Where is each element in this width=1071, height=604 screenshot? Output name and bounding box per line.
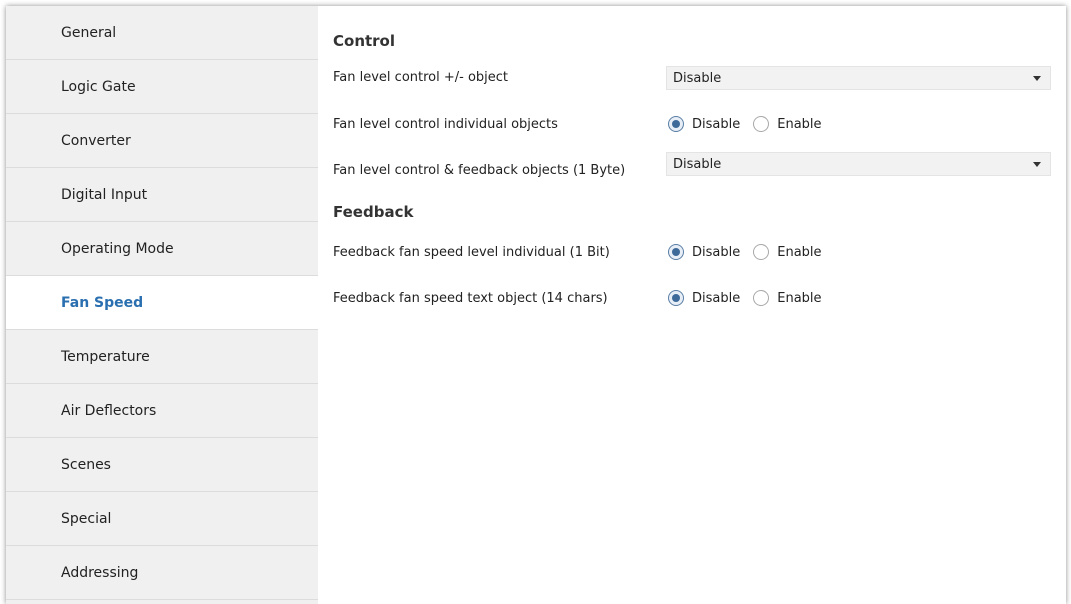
- radio-option-enable[interactable]: Enable: [753, 116, 822, 132]
- section-title-control: Control: [333, 32, 396, 50]
- section-title-feedback: Feedback: [333, 203, 414, 221]
- fan-level-feedback-label: Fan level control & feedback objects (1 …: [333, 163, 626, 178]
- radio-option-disable[interactable]: Disable: [668, 244, 740, 260]
- radio-label: Disable: [692, 116, 741, 132]
- select-value: Disable: [673, 156, 722, 172]
- fan-level-feedback-select[interactable]: Disable: [666, 152, 1051, 176]
- speed-individual-label: Feedback fan speed level individual (1 B…: [333, 245, 610, 260]
- speed-text-radio-group: Disable Enable: [668, 290, 835, 306]
- sidebar-item-label: Converter: [61, 132, 131, 149]
- fan-level-pm-label: Fan level control +/- object: [333, 70, 509, 85]
- speed-individual-radio-group: Disable Enable: [668, 244, 835, 260]
- sidebar-item-general[interactable]: General: [6, 6, 318, 60]
- sidebar-item-label: Operating Mode: [61, 240, 174, 257]
- sidebar: General Logic Gate Converter Digital Inp…: [6, 6, 318, 604]
- radio-option-enable[interactable]: Enable: [753, 244, 822, 260]
- radio-button[interactable]: [753, 244, 770, 260]
- sidebar-item-operating-mode[interactable]: Operating Mode: [6, 222, 318, 276]
- fan-level-individual-radio-group: Disable Enable: [668, 116, 835, 132]
- sidebar-item-air-deflectors[interactable]: Air Deflectors: [6, 384, 318, 438]
- sidebar-item-converter[interactable]: Converter: [6, 114, 318, 168]
- sidebar-item-label: Addressing: [61, 564, 139, 581]
- chevron-down-icon: [1033, 76, 1041, 81]
- sidebar-item-label: Scenes: [61, 456, 111, 473]
- radio-label: Disable: [692, 290, 741, 306]
- main-panel: Control Fan level control +/- object Dis…: [318, 6, 1066, 604]
- radio-label: Disable: [692, 244, 741, 260]
- sidebar-item-label: Fan Speed: [61, 294, 144, 311]
- sidebar-item-scenes[interactable]: Scenes: [6, 438, 318, 492]
- chevron-down-icon: [1033, 162, 1041, 167]
- radio-button[interactable]: [753, 116, 770, 132]
- sidebar-item-label: Special: [61, 510, 112, 527]
- radio-label: Enable: [777, 244, 822, 260]
- sidebar-item-special[interactable]: Special: [6, 492, 318, 546]
- window-frame: General Logic Gate Converter Digital Inp…: [6, 6, 1066, 604]
- sidebar-item-digital-input[interactable]: Digital Input: [6, 168, 318, 222]
- select-value: Disable: [673, 70, 722, 86]
- sidebar-item-label: Logic Gate: [61, 78, 136, 95]
- radio-option-disable[interactable]: Disable: [668, 290, 740, 306]
- sidebar-item-fan-speed[interactable]: Fan Speed: [6, 276, 318, 330]
- radio-button[interactable]: [753, 290, 770, 306]
- sidebar-item-label: General: [61, 24, 117, 41]
- fan-level-individual-label: Fan level control individual objects: [333, 117, 558, 132]
- radio-button-checked[interactable]: [668, 290, 684, 306]
- sidebar-item-logic-gate[interactable]: Logic Gate: [6, 60, 318, 114]
- sidebar-item-label: Temperature: [61, 348, 150, 365]
- speed-text-label: Feedback fan speed text object (14 chars…: [333, 291, 608, 306]
- radio-option-disable[interactable]: Disable: [668, 116, 740, 132]
- radio-button-checked[interactable]: [668, 244, 684, 260]
- radio-button-checked[interactable]: [668, 116, 684, 132]
- sidebar-item-temperature[interactable]: Temperature: [6, 330, 318, 384]
- fan-level-pm-select[interactable]: Disable: [666, 66, 1051, 90]
- sidebar-item-label: Air Deflectors: [61, 402, 157, 419]
- radio-label: Enable: [777, 290, 822, 306]
- sidebar-item-label: Digital Input: [61, 186, 148, 203]
- radio-label: Enable: [777, 116, 822, 132]
- sidebar-item-addressing[interactable]: Addressing: [6, 546, 318, 600]
- radio-option-enable[interactable]: Enable: [753, 290, 822, 306]
